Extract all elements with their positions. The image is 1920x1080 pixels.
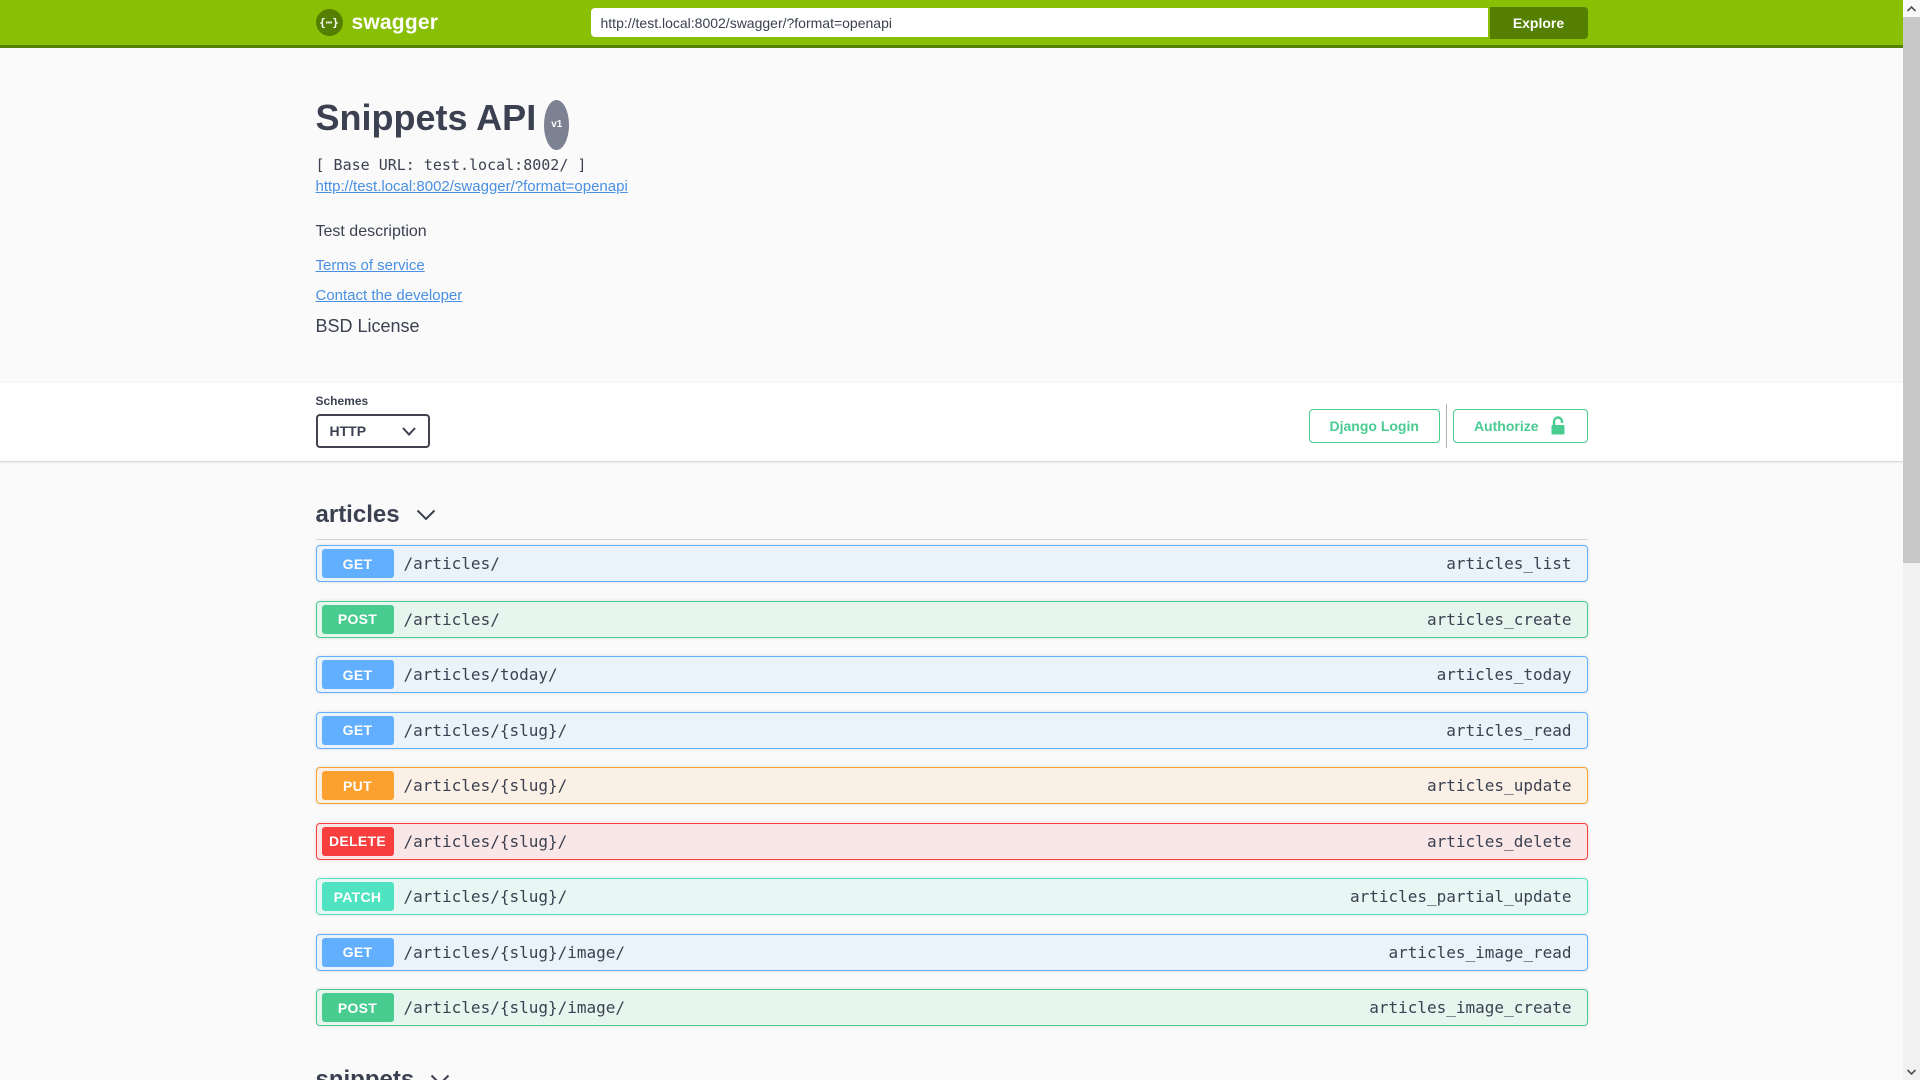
scheme-select[interactable]: HTTP	[315, 414, 430, 448]
method-badge: PUT	[321, 771, 394, 800]
operation-id: articles_update	[1427, 776, 1572, 795]
spec-url-input[interactable]	[590, 8, 1488, 37]
chevron-down-icon	[1907, 1068, 1916, 1075]
section-header[interactable]: snippets	[316, 1064, 1588, 1080]
scrollbar-thumb[interactable]	[1903, 17, 1920, 563]
chevron-down-icon	[416, 509, 435, 521]
operation-row[interactable]: POST /articles/ articles_create	[315, 600, 1588, 638]
method-badge: GET	[321, 660, 394, 689]
operation-path: /articles/{slug}/image/	[403, 942, 626, 962]
method-badge: POST	[321, 993, 394, 1022]
operation-path: /articles/{slug}/	[403, 831, 568, 851]
operation-row[interactable]: GET /articles/{slug}/image/ articles_ima…	[315, 933, 1588, 971]
chevron-down-icon	[430, 1074, 450, 1080]
scroll-down-button[interactable]	[1903, 1063, 1920, 1080]
api-section: snippets GET /snippets/ snippets_list	[316, 1064, 1588, 1080]
method-badge: GET	[321, 549, 394, 578]
chevron-down-icon	[401, 426, 416, 436]
operation-id: articles_list	[1446, 554, 1572, 573]
base-url: [ Base URL: test.local:8002/ ]	[315, 156, 587, 174]
operation-id: articles_image_read	[1388, 942, 1572, 962]
operation-path: /articles/{slug}/	[403, 776, 568, 795]
django-login-button[interactable]: Django Login	[1308, 409, 1440, 443]
spec-url-form: Explore	[590, 6, 1588, 39]
operation-row[interactable]: PATCH /articles/{slug}/ articles_partial…	[315, 878, 1588, 915]
swagger-logo[interactable]: {⋯} swagger	[315, 9, 439, 36]
operation-id: articles_delete	[1427, 831, 1572, 851]
unlock-icon	[1551, 416, 1564, 435]
authorize-button[interactable]: Authorize	[1452, 409, 1588, 443]
method-badge: GET	[321, 937, 394, 967]
section-title: snippets	[315, 1066, 415, 1080]
license-text: BSD License	[315, 316, 420, 336]
scheme-container: Schemes HTTP Django Login Authorize	[0, 383, 1903, 461]
operation-row[interactable]: GET /articles/ articles_list	[315, 545, 1588, 582]
schemes-label: Schemes	[315, 394, 369, 408]
operation-list: GET /articles/ articles_list POST /artic…	[315, 540, 1588, 1026]
section-title: articles	[315, 501, 400, 528]
chevron-up-icon	[1907, 5, 1916, 12]
topbar: {⋯} swagger Explore	[0, 0, 1903, 48]
method-badge: GET	[321, 715, 394, 745]
vertical-scrollbar[interactable]	[1903, 0, 1920, 1080]
section-header[interactable]: articles	[315, 499, 1588, 540]
schemes-block: Schemes HTTP	[315, 394, 430, 448]
terms-of-service-link[interactable]: Terms of service	[316, 257, 425, 275]
operation-path: /articles/	[403, 554, 500, 573]
operation-row[interactable]: GET /articles/{slug}/ articles_read	[315, 711, 1588, 749]
auth-divider	[1445, 404, 1447, 448]
operation-path: /articles/{slug}/image/	[403, 998, 626, 1017]
operation-row[interactable]: GET /articles/today/ articles_today	[315, 656, 1588, 693]
method-badge: DELETE	[321, 826, 394, 856]
operation-row[interactable]: PUT /articles/{slug}/ articles_update	[315, 767, 1588, 804]
contact-developer-link[interactable]: Contact the developer	[316, 287, 463, 305]
operation-path: /articles/{slug}/	[403, 720, 568, 740]
operation-path: /articles/today/	[403, 665, 558, 684]
api-info: Snippets API v1 [ Base URL: test.local:80…	[316, 48, 1588, 383]
operation-row[interactable]: DELETE /articles/{slug}/ articles_delete	[315, 822, 1588, 860]
method-badge: PATCH	[321, 882, 394, 911]
operation-path: /articles/	[403, 609, 500, 629]
explore-button[interactable]: Explore	[1489, 6, 1588, 39]
api-section: articles GET /articles/ articles_list PO…	[315, 499, 1588, 1026]
swagger-logo-icon: {⋯}	[315, 9, 343, 36]
api-description: Test description	[315, 223, 427, 240]
operation-id: articles_read	[1446, 720, 1572, 740]
operation-row[interactable]: POST /articles/{slug}/image/ articles_im…	[315, 989, 1588, 1026]
operation-id: articles_partial_update	[1349, 887, 1572, 906]
spec-link[interactable]: http://test.local:8002/swagger/?format=o…	[316, 178, 628, 196]
api-sections: articles GET /articles/ articles_list PO…	[315, 499, 1588, 1080]
operation-id: articles_create	[1427, 609, 1572, 629]
scheme-selected-value: HTTP	[329, 423, 367, 439]
auth-wrapper: Django Login Authorize	[1308, 404, 1588, 448]
page-title: Snippets API v1	[316, 98, 1588, 150]
operation-id: articles_image_create	[1369, 998, 1572, 1017]
method-badge: POST	[321, 604, 394, 634]
operation-path: /articles/{slug}/	[403, 887, 568, 906]
operation-id: articles_today	[1436, 665, 1572, 684]
version-badge: v1	[544, 100, 570, 150]
swagger-brand-text: swagger	[351, 10, 439, 34]
scroll-up-button[interactable]	[1903, 0, 1920, 17]
